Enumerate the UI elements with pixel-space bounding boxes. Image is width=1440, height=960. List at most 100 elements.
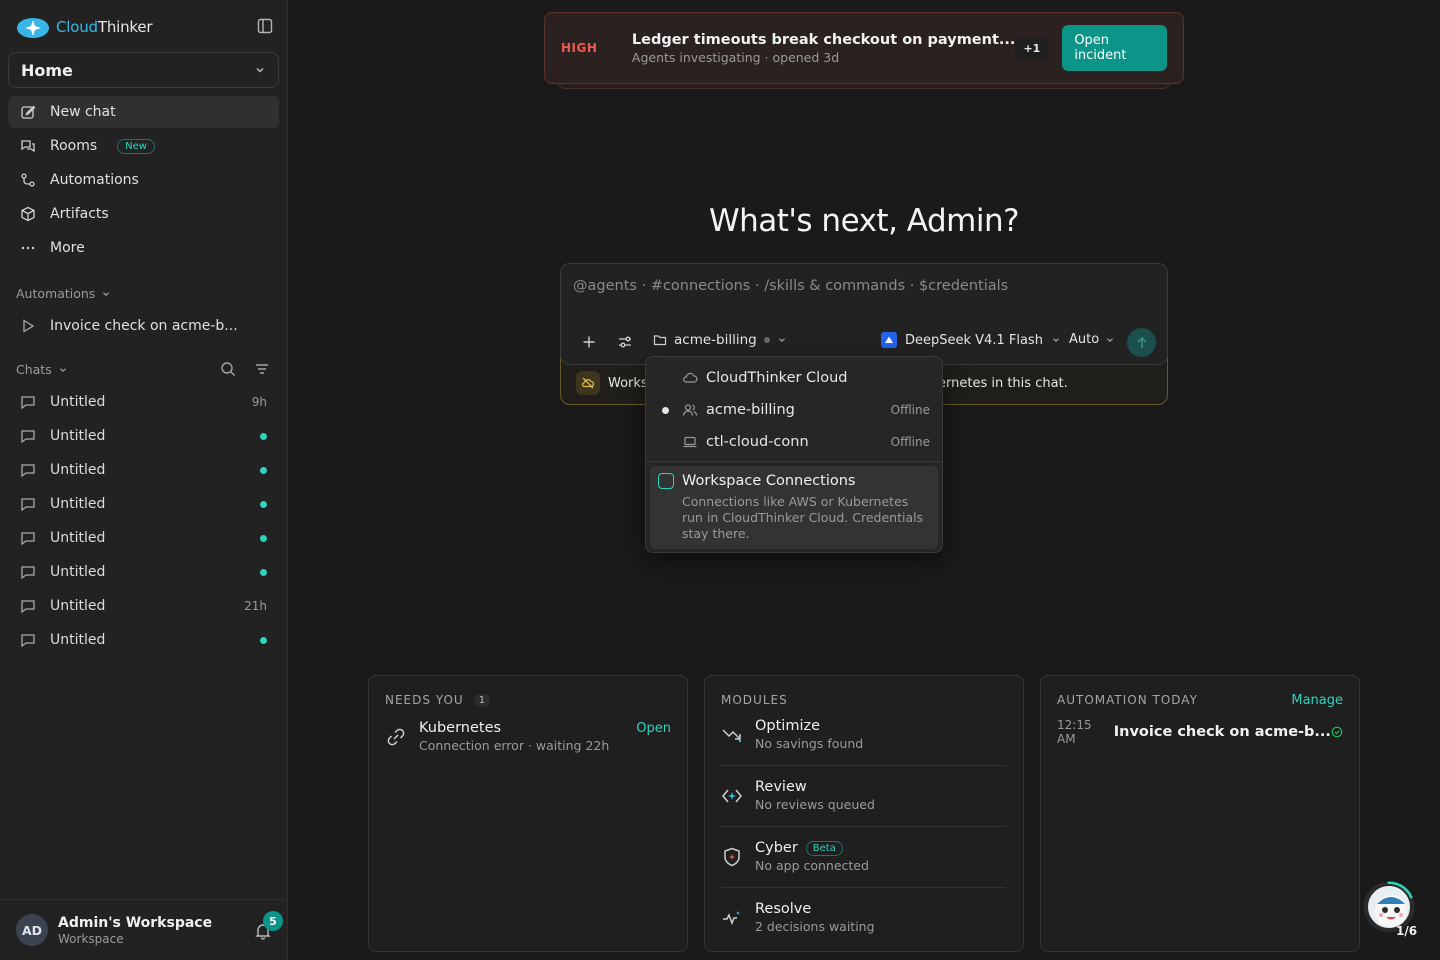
automations-section-toggle[interactable]: Automations [16,286,111,301]
nav-item-artifacts[interactable]: Artifacts [8,198,279,230]
connection-menu: CloudThinker Cloud acme-billing Offline … [645,356,943,553]
workspace-sub: Workspace [58,931,124,946]
workspace-connections-checkbox[interactable] [658,473,674,489]
chat-list-item[interactable]: Untitled [8,555,279,589]
needs-you-item[interactable]: Kubernetes Connection error · waiting 22… [385,720,609,753]
status-dot [763,337,770,343]
unread-dot [260,636,267,644]
chat-title: Untitled [50,394,106,410]
nav-item-more[interactable]: More [8,232,279,264]
chat-title: Untitled [50,598,106,614]
module-sub: No app connected [755,858,869,873]
nav-item-automations[interactable]: Automations [8,164,279,196]
beta-badge: Beta [805,840,843,856]
chat-list-item[interactable]: Untitled [8,419,279,453]
deepseek-logo-icon [881,332,897,348]
incident-title: Ledger timeouts break checkout on paymen… [631,31,1016,48]
item-sub: Connection error · waiting 22h [419,738,610,753]
divider [721,826,1006,827]
chevron-down-icon [256,67,264,73]
sidebar: CloudThinker Home New chat Rooms New Aut… [0,0,288,960]
laptop-icon [683,436,697,448]
mode-selector[interactable]: Auto [1069,332,1115,347]
nav-item-rooms[interactable]: Rooms New [8,130,279,162]
chat-bubble-icon [21,634,35,648]
chat-composer[interactable]: @agents · #connections · /skills & comma… [560,263,1168,365]
chat-title: Untitled [50,632,106,648]
module-review[interactable]: Review No reviews queued [721,779,875,812]
chat-list: Untitled 9h Untitled Untitled Untitled U… [8,385,279,657]
divider [721,887,1006,888]
incident-subtitle: Agents investigating · opened 3d [631,49,840,65]
chat-list-item[interactable]: Untitled [8,453,279,487]
chats-section-toggle[interactable]: Chats [16,362,68,377]
plus-icon[interactable] [581,334,597,350]
connection-option[interactable]: acme-billing Offline [646,394,942,426]
brand-logo[interactable]: CloudThinker [16,14,153,40]
more-incidents-badge[interactable]: +1 [1015,36,1049,60]
filter-icon[interactable] [254,361,270,377]
manage-link[interactable]: Manage [1291,693,1343,708]
chevron-down-icon [778,338,785,343]
incident-banner[interactable]: HIGH Ledger timeouts break checkout on p… [544,12,1184,84]
chat-list-item[interactable]: Untitled [8,521,279,555]
sidebar-toggle-icon[interactable] [256,17,274,35]
chat-bubble-icon [21,532,35,546]
home-select[interactable]: Home [8,52,279,88]
folder-icon [653,335,667,346]
workspace-name: Admin's Workspace [58,914,213,931]
pulse-icon [723,910,740,925]
box-icon [21,206,35,222]
settings-sliders-icon[interactable] [617,334,633,350]
composer-input[interactable]: @agents · #connections · /skills & comma… [573,278,1008,294]
send-button[interactable] [1127,328,1156,357]
workspace-footer[interactable]: AD Admin's Workspace Workspace 5 [0,899,288,960]
open-link[interactable]: Open [636,721,671,736]
link-icon [387,728,405,745]
unread-dot [260,466,267,474]
divider [721,765,1006,766]
connection-option-label: acme-billing [706,402,795,418]
module-cyber[interactable]: Cyber Beta No app connected [721,840,869,873]
nav-label: More [50,240,85,256]
composer-notice: Works [576,371,648,395]
cloud-off-icon [576,371,600,395]
nav-label: New chat [50,104,116,120]
unread-dot [260,534,267,542]
connection-option[interactable]: CloudThinker Cloud [646,362,942,394]
model-selector[interactable]: DeepSeek V4.1 Flash [881,332,1061,348]
workspace-connections-title: Workspace Connections [682,473,856,489]
module-optimize[interactable]: Optimize No savings found [721,718,863,751]
card-header: MODULES [721,693,788,707]
workspace-connections-option[interactable]: Workspace Connections Connections like A… [650,466,938,549]
chat-list-item[interactable]: Untitled 9h [8,385,279,419]
automation-label: Invoice check on acme-b... [50,318,238,334]
chat-list-item[interactable]: Untitled 21h [8,589,279,623]
automation-today-card: AUTOMATION TODAY Manage 12:15 AM Invoice… [1040,675,1360,952]
card-header: AUTOMATION TODAY [1057,693,1198,707]
open-incident-button[interactable]: Open incident [1062,25,1167,71]
nav-item-new-chat[interactable]: New chat [8,96,279,128]
automation-run-row[interactable]: 12:15 AM Invoice check on acme-b... [1057,718,1343,746]
chat-list-item[interactable]: Untitled [8,623,279,657]
home-select-label: Home [21,60,73,80]
chat-bubble-icon [21,430,35,444]
connection-selector[interactable]: acme-billing [653,332,787,348]
module-resolve[interactable]: Resolve 2 decisions waiting [721,901,875,934]
unread-dot [260,432,267,440]
cloudthinker-logo-icon [17,18,49,38]
connection-option[interactable]: ctl-cloud-conn Offline [646,426,942,458]
users-icon [682,404,698,416]
assistant-progress: 1/6 [1396,924,1418,938]
chevron-down-icon [1107,337,1114,342]
search-icon[interactable] [220,361,236,377]
code-review-icon [722,789,742,802]
chat-time: 9h [251,395,267,409]
sidebar-automation-item[interactable]: Invoice check on acme-b... [8,310,279,342]
chat-title: Untitled [50,564,106,580]
more-icon [21,246,35,250]
mode-label: Auto [1069,332,1100,347]
chat-list-item[interactable]: Untitled [8,487,279,521]
edit-icon [21,105,36,119]
unread-dot [260,568,267,576]
